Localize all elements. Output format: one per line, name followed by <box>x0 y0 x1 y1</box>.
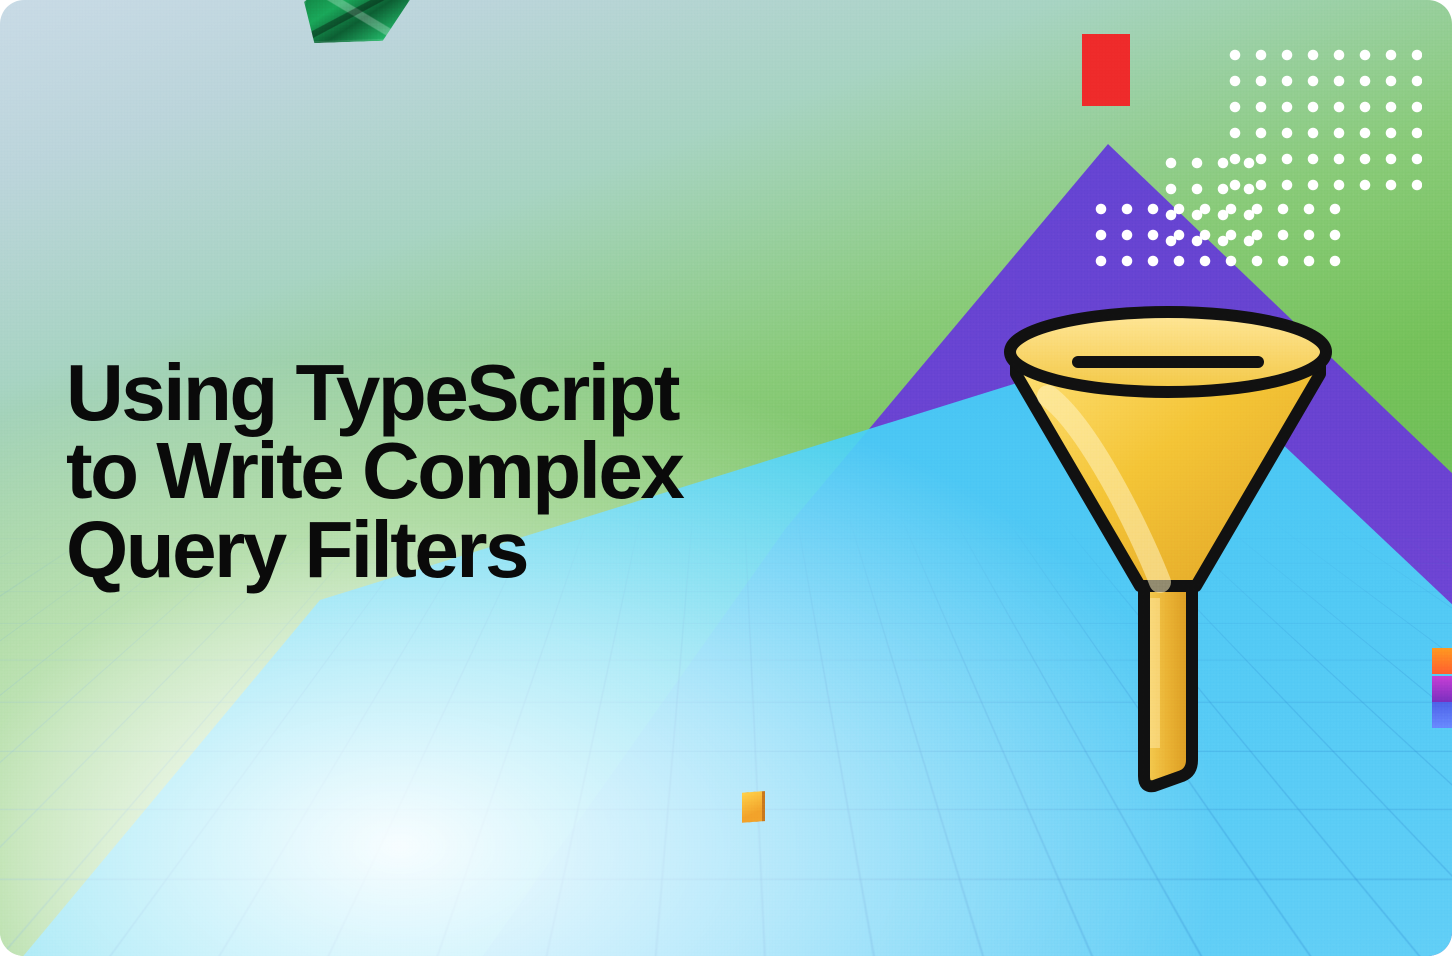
hero-title-line: Using TypeScript <box>66 348 678 437</box>
hero-title-line: to Write Complex <box>66 426 682 515</box>
edge-chip <box>1432 702 1452 728</box>
funnel-icon <box>988 286 1348 806</box>
hero-banner: Using TypeScript to Write Complex Query … <box>0 0 1452 956</box>
halftone-dots <box>1088 196 1348 276</box>
emerald-gem <box>295 0 415 44</box>
hero-title: Using TypeScript to Write Complex Query … <box>66 354 682 589</box>
edge-chip <box>1432 676 1452 702</box>
orange-cube <box>742 791 762 822</box>
hero-title-line: Query Filters <box>66 505 527 594</box>
red-rectangle <box>1082 34 1130 106</box>
edge-chip <box>1432 648 1452 674</box>
